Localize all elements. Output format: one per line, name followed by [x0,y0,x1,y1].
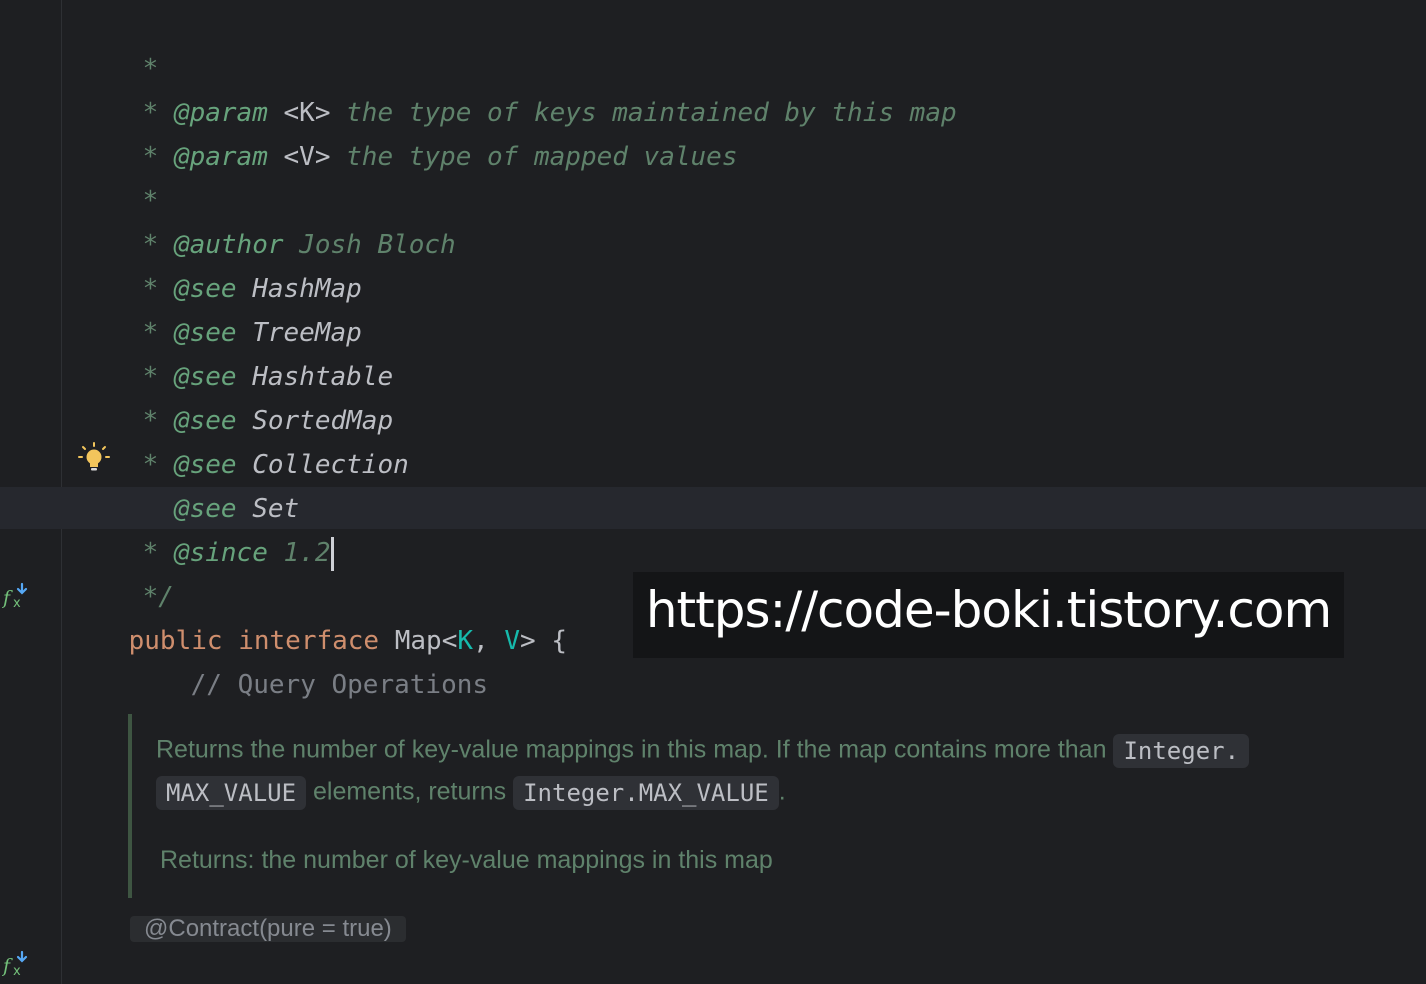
rendered-doc-block[interactable]: Returns the number of key-value mappings… [128,714,1368,898]
generic-close: > [520,626,536,656]
doc-text: elements, returns [313,777,507,806]
doc-code-chip: Integer.MAX_VALUE [513,776,779,810]
line-comment: // Query Operations [190,670,489,700]
javadoc-text: 1.2 [283,538,331,568]
doc-text: . [778,777,786,806]
code-line[interactable]: * @see Set [80,443,299,524]
doc-returns-text: the number of key-value mappings in this… [261,846,773,874]
code-line[interactable]: * @see Hashtable [80,311,393,392]
doc-code-chip: MAX_VALUE [156,776,307,810]
svg-text:f: f [2,955,13,977]
type-param-v: V [504,626,520,656]
code-line[interactable]: * @see Collection [80,399,409,480]
open-brace: { [551,626,567,656]
code-line[interactable]: * @see HashMap [80,223,362,304]
code-line[interactable]: int size(); [128,943,363,984]
javadoc-param-name: <V> [283,142,331,172]
implemented-method-icon[interactable]: f x [2,582,30,610]
code-editor[interactable]: * * @param <K> the type of keys maintain… [0,0,1426,984]
code-line[interactable]: * @see TreeMap [80,267,362,348]
javadoc-tag: @param [173,142,268,172]
code-line[interactable]: // Query Operations [128,619,488,700]
code-line[interactable]: * @param <V> the type of mapped values [80,91,738,172]
javadoc-text: the type of mapped values [346,142,738,172]
javadoc-tag: @since [173,538,268,568]
code-line[interactable]: */ [80,531,174,612]
doc-returns: Returns: the number of key-value mapping… [160,846,773,875]
code-line[interactable]: * [80,3,159,84]
doc-returns-label: Returns: [160,846,255,874]
code-line[interactable]: * @see SortedMap [80,355,393,436]
implemented-method-icon[interactable]: f x [2,950,30,978]
code-line[interactable]: public interface Map<K, V> { [66,575,567,656]
text-caret [331,536,335,571]
doc-text: Returns the number of key-value mappings… [156,735,1107,764]
svg-text:x: x [13,964,21,978]
svg-text:x: x [13,596,21,610]
doc-description-line1: Returns the number of key-value mappings… [156,734,1250,768]
code-line[interactable]: * @author Josh Bloch [80,179,456,260]
code-line[interactable]: * @param <K> the type of keys maintained… [80,47,957,128]
contract-inlay-hint[interactable]: @Contract(pure = true) [130,916,406,942]
code-line[interactable]: * @since 1.2 [80,487,335,571]
doc-block-bar [128,714,132,898]
code-line[interactable]: * [80,135,159,216]
doc-description-line2: MAX_VALUE elements, returns Integer.MAX_… [156,776,786,810]
svg-text:f: f [2,587,13,609]
watermark-url: https://code-boki.tistory.com [633,572,1344,658]
doc-code-chip: Integer. [1113,734,1250,768]
